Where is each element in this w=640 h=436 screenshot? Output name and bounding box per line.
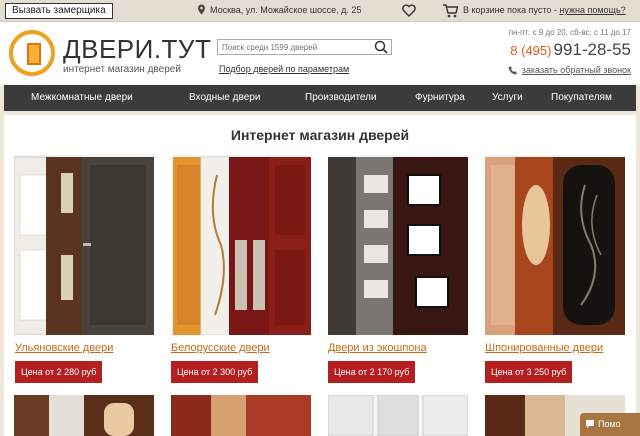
nav-hardware[interactable]: Фурнитура	[415, 85, 465, 111]
main-nav: Межкомнатные двери Входные двери Произво…	[4, 85, 636, 111]
phone-code: 8 (495)	[510, 43, 552, 58]
card-price-veneered[interactable]: Цена от 3 250 руб	[485, 361, 573, 383]
nav-customers[interactable]: Покупателям	[551, 85, 612, 111]
help-chat-button[interactable]: Помо	[580, 413, 640, 436]
header: ДВЕРИ.ТУТ интернет магазин дверей Подбор…	[0, 22, 640, 85]
call-measurer-button[interactable]: Вызвать замерщика	[5, 3, 113, 19]
callback-link[interactable]: заказать обратный звонок	[508, 65, 631, 75]
help-link[interactable]: нужна помощь?	[559, 5, 625, 15]
cart-icon[interactable]	[442, 3, 458, 18]
card-link-ecoveneer[interactable]: Двери из экошпона	[328, 342, 427, 354]
nav-interior-doors[interactable]: Межкомнатные двери	[31, 85, 133, 111]
callback-text: заказать обратный звонок	[521, 65, 631, 75]
working-hours: пн-пт: с 9 до 20, сб-вс: с 11 до 17	[508, 28, 631, 37]
nav-manufacturers[interactable]: Производители	[305, 85, 377, 111]
card-link-veneered[interactable]: Шпонированные двери	[485, 342, 603, 354]
phone-digits: 991-28-55	[553, 40, 631, 59]
search-icon[interactable]	[373, 39, 389, 55]
card-image-ulyanovsk[interactable]	[14, 155, 154, 335]
location-pin-icon	[198, 4, 205, 15]
card-image-row2-3[interactable]	[328, 395, 468, 436]
nav-services[interactable]: Услуги	[492, 85, 523, 111]
card-image-row2-1[interactable]	[14, 395, 154, 436]
card-image-row2-2[interactable]	[171, 395, 311, 436]
search-by-params-link[interactable]: Подбор дверей по параметрам	[219, 64, 349, 74]
card-image-veneered[interactable]	[485, 155, 625, 335]
logo-icon[interactable]	[9, 30, 55, 76]
page-title: Интернет магазин дверей	[230, 127, 410, 143]
address-text: Москва, ул. Можайское шоссе, д. 25	[210, 4, 362, 15]
card-price-ecoveneer[interactable]: Цена от 2 170 руб	[328, 361, 416, 383]
phone-number[interactable]: 8 (495) 991-28-55	[510, 40, 631, 60]
logo-title[interactable]: ДВЕРИ.ТУТ	[63, 34, 211, 65]
logo-subtitle: интернет магазин дверей	[63, 64, 181, 75]
card-link-belarus[interactable]: Белорусские двери	[171, 342, 270, 354]
card-price-belarus[interactable]: Цена от 2 300 руб	[171, 361, 259, 383]
cart-status: В корзине пока пусто - нужна помощь?	[463, 5, 626, 15]
help-chat-label: Помо	[598, 419, 621, 429]
cart-empty-text: В корзине пока пусто	[463, 5, 552, 15]
nav-entrance-doors[interactable]: Входные двери	[189, 85, 260, 111]
search-input[interactable]	[217, 39, 392, 55]
main-content: Интернет магазин дверей Ульяновские двер…	[4, 115, 636, 436]
heart-icon[interactable]	[402, 4, 416, 17]
top-bar: Вызвать замерщика Москва, ул. Можайское …	[0, 0, 640, 22]
chat-icon	[586, 420, 594, 428]
phone-icon	[508, 66, 517, 75]
card-image-ecoveneer[interactable]	[328, 155, 468, 335]
address: Москва, ул. Можайское шоссе, д. 25	[197, 4, 361, 15]
door-icon	[27, 43, 41, 65]
card-link-ulyanovsk[interactable]: Ульяновские двери	[15, 342, 113, 354]
card-price-ulyanovsk[interactable]: Цена от 2 280 руб	[15, 361, 103, 383]
card-image-belarus[interactable]	[171, 155, 311, 335]
